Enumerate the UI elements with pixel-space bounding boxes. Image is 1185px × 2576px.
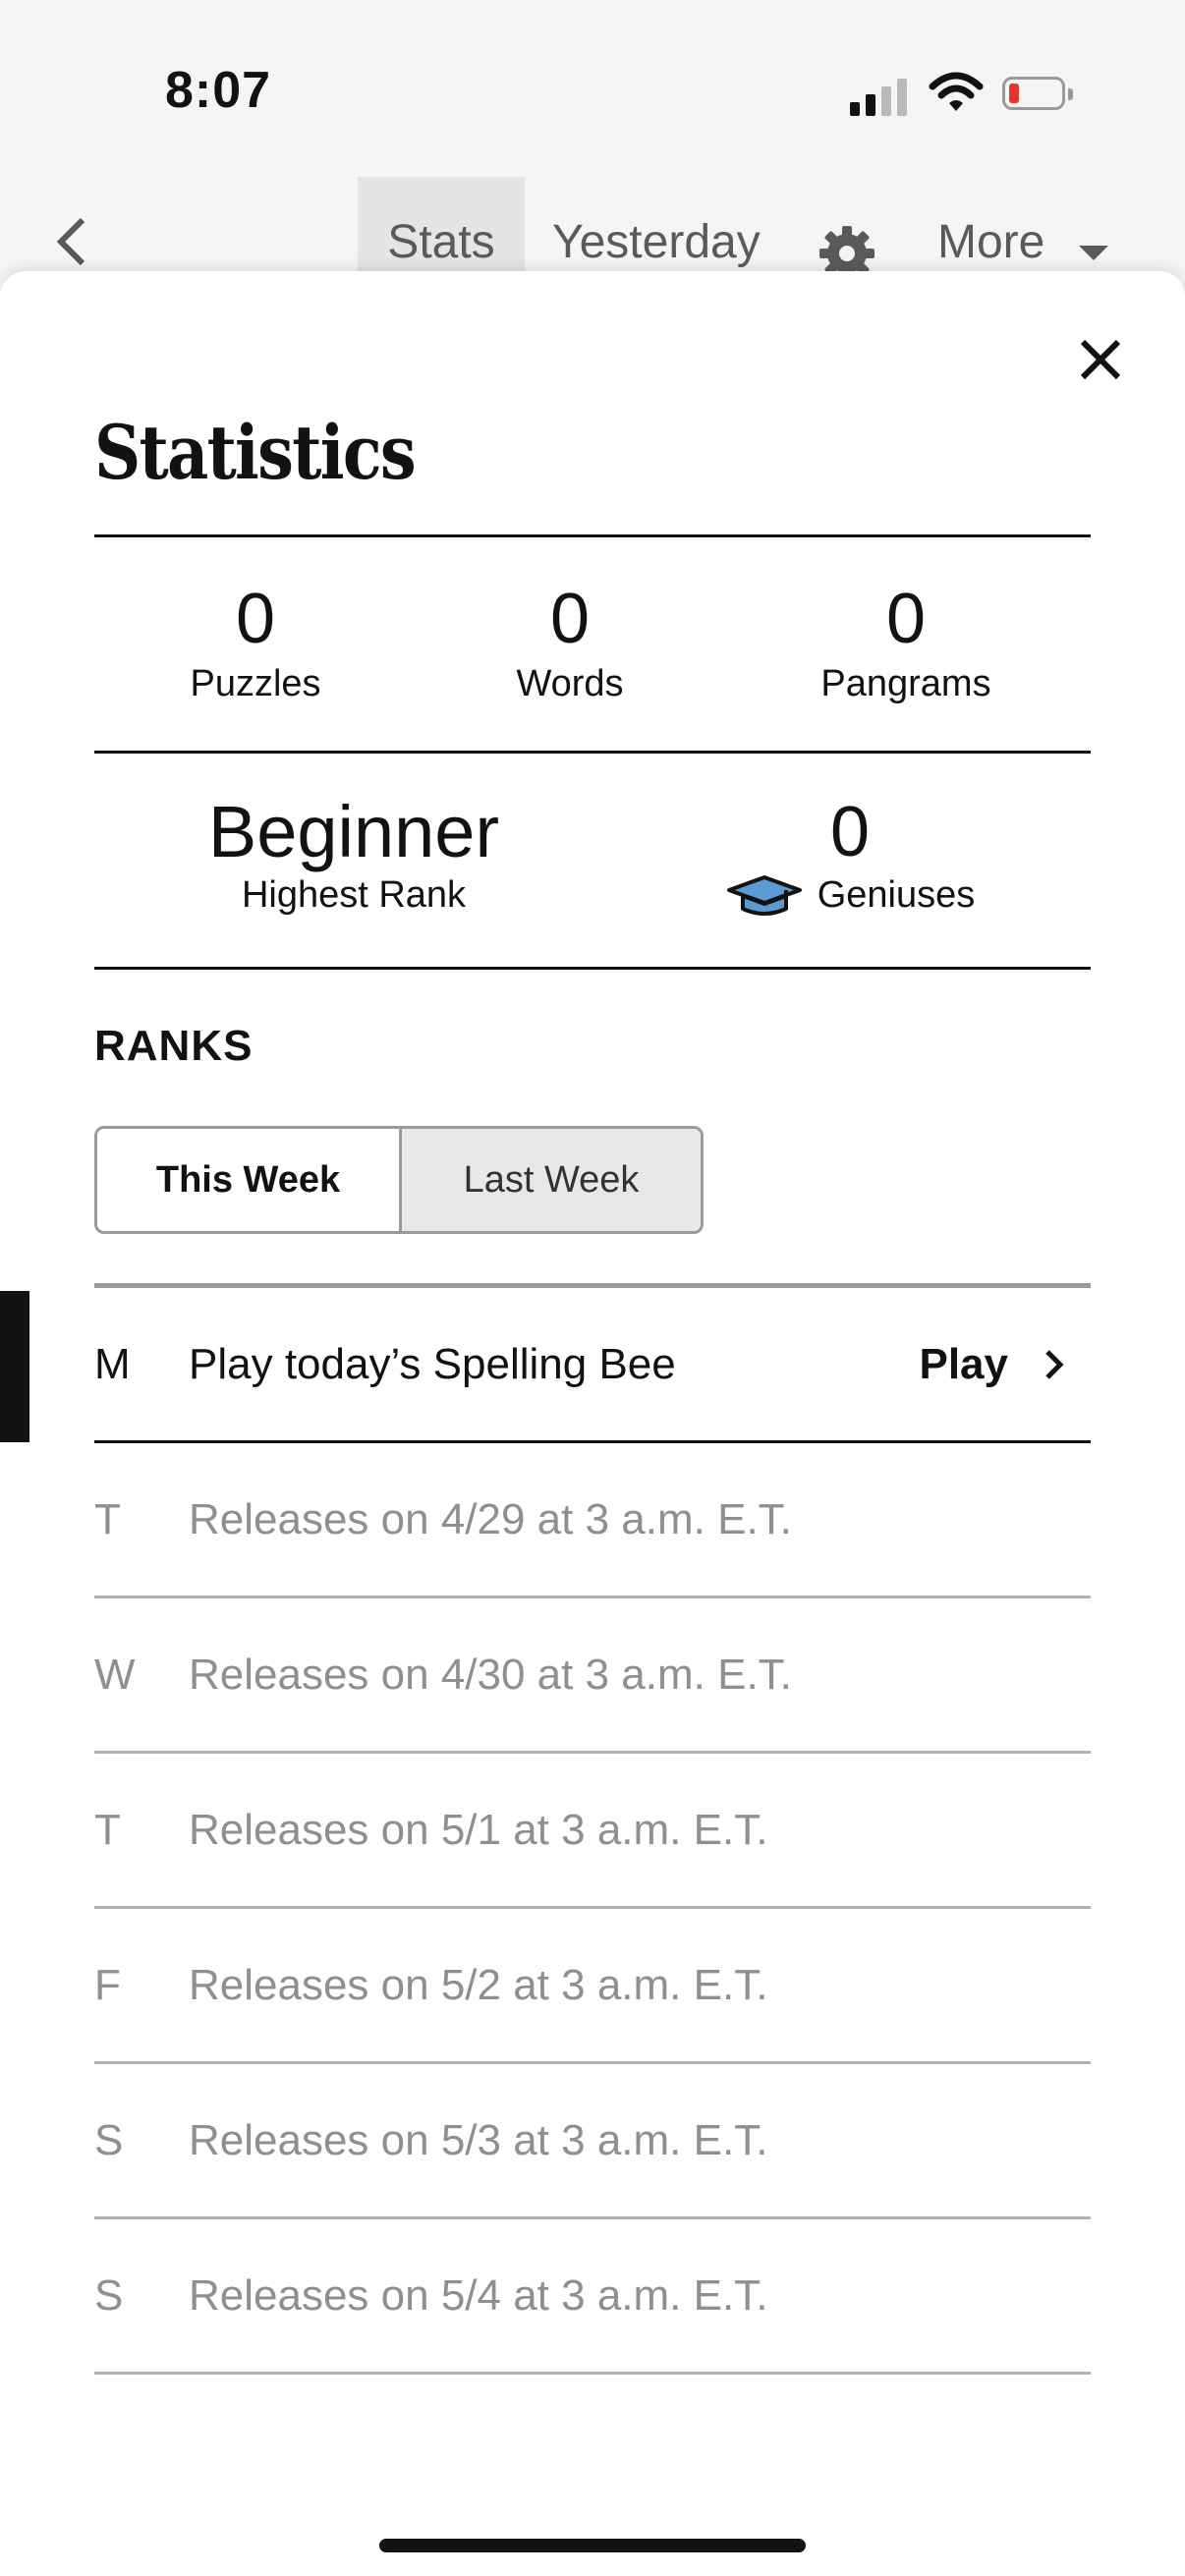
cellular-signal-icon: [850, 77, 909, 116]
list-item: S Releases on 5/4 at 3 a.m. E.T.: [94, 2219, 1091, 2375]
geniuses-stat: 0 Geniuses: [688, 792, 1012, 918]
stat-value: 0: [235, 580, 276, 658]
divider: [94, 967, 1091, 970]
chevron-right-icon[interactable]: [1044, 1348, 1065, 1381]
ranks-heading: RANKS: [94, 1022, 254, 1070]
day-letter: M: [94, 1339, 131, 1388]
row-text: Releases on 4/30 at 3 a.m. E.T.: [189, 1650, 792, 1699]
more-menu-button[interactable]: More: [937, 177, 1044, 275]
clock: 8:07: [165, 62, 272, 119]
last-week-button[interactable]: Last Week: [402, 1129, 701, 1231]
stat-value: 0: [885, 580, 927, 658]
divider: [94, 534, 1091, 537]
list-item: S Releases on 5/3 at 3 a.m. E.T.: [94, 2064, 1091, 2219]
geniuses-label: Geniuses: [817, 874, 976, 916]
list-item: F Releases on 5/2 at 3 a.m. E.T.: [94, 1909, 1091, 2064]
day-letter: S: [94, 2115, 124, 2164]
week-toggle: This Week Last Week: [94, 1126, 704, 1234]
stat-label: Pangrams: [820, 663, 991, 704]
day-letter: T: [94, 1805, 121, 1854]
tab-stats[interactable]: Stats: [358, 177, 525, 275]
status-bar: 8:07: [0, 0, 1185, 177]
stat-words: 0 Words: [403, 580, 737, 707]
stat-label: Puzzles: [190, 663, 321, 704]
day-letter: S: [94, 2270, 124, 2320]
side-tab-handle[interactable]: [0, 1291, 29, 1442]
back-chevron-icon[interactable]: [51, 216, 90, 272]
day-letter: T: [94, 1494, 121, 1543]
list-item: W Releases on 4/30 at 3 a.m. E.T.: [94, 1598, 1091, 1754]
day-letter: F: [94, 1960, 121, 2009]
day-letter: W: [94, 1650, 136, 1699]
row-text: Releases on 5/1 at 3 a.m. E.T.: [189, 1805, 768, 1854]
row-text: Releases on 5/2 at 3 a.m. E.T.: [189, 1960, 768, 2009]
stat-puzzles: 0 Puzzles: [88, 580, 423, 707]
caret-down-icon[interactable]: [1079, 246, 1108, 260]
statistics-sheet: Statistics 0 Puzzles 0 Words 0 Pangrams …: [0, 271, 1185, 2576]
top-nav: Stats Yesterday More: [0, 177, 1185, 281]
row-text: Releases on 4/29 at 3 a.m. E.T.: [189, 1494, 792, 1543]
divider: [94, 751, 1091, 754]
stat-pangrams: 0 Pangrams: [739, 580, 1073, 707]
this-week-button[interactable]: This Week: [97, 1129, 402, 1231]
home-indicator[interactable]: [379, 2539, 806, 2552]
row-text: Play today’s Spelling Bee: [189, 1339, 676, 1388]
rank-value: Beginner: [207, 791, 500, 872]
page-title: Statistics: [94, 409, 417, 496]
wifi-icon: [929, 71, 984, 119]
stat-label: Words: [516, 663, 624, 704]
play-button[interactable]: Play: [919, 1340, 1008, 1389]
graduation-cap-icon: [726, 875, 802, 916]
stat-value: 0: [549, 580, 591, 658]
highest-rank: Beginner Highest Rank: [118, 792, 590, 918]
row-text: Releases on 5/3 at 3 a.m. E.T.: [189, 2115, 768, 2164]
week-row-play-today[interactable]: M Play today’s Spelling Bee Play: [94, 1288, 1091, 1443]
list-item: T Releases on 5/1 at 3 a.m. E.T.: [94, 1754, 1091, 1909]
battery-icon: [1002, 77, 1075, 114]
rank-label: Highest Rank: [241, 874, 467, 916]
list-item: T Releases on 4/29 at 3 a.m. E.T.: [94, 1443, 1091, 1598]
close-icon[interactable]: [1071, 330, 1130, 389]
tab-yesterday[interactable]: Yesterday: [552, 177, 761, 275]
geniuses-value: 0: [829, 793, 871, 871]
row-text: Releases on 5/4 at 3 a.m. E.T.: [189, 2270, 768, 2320]
